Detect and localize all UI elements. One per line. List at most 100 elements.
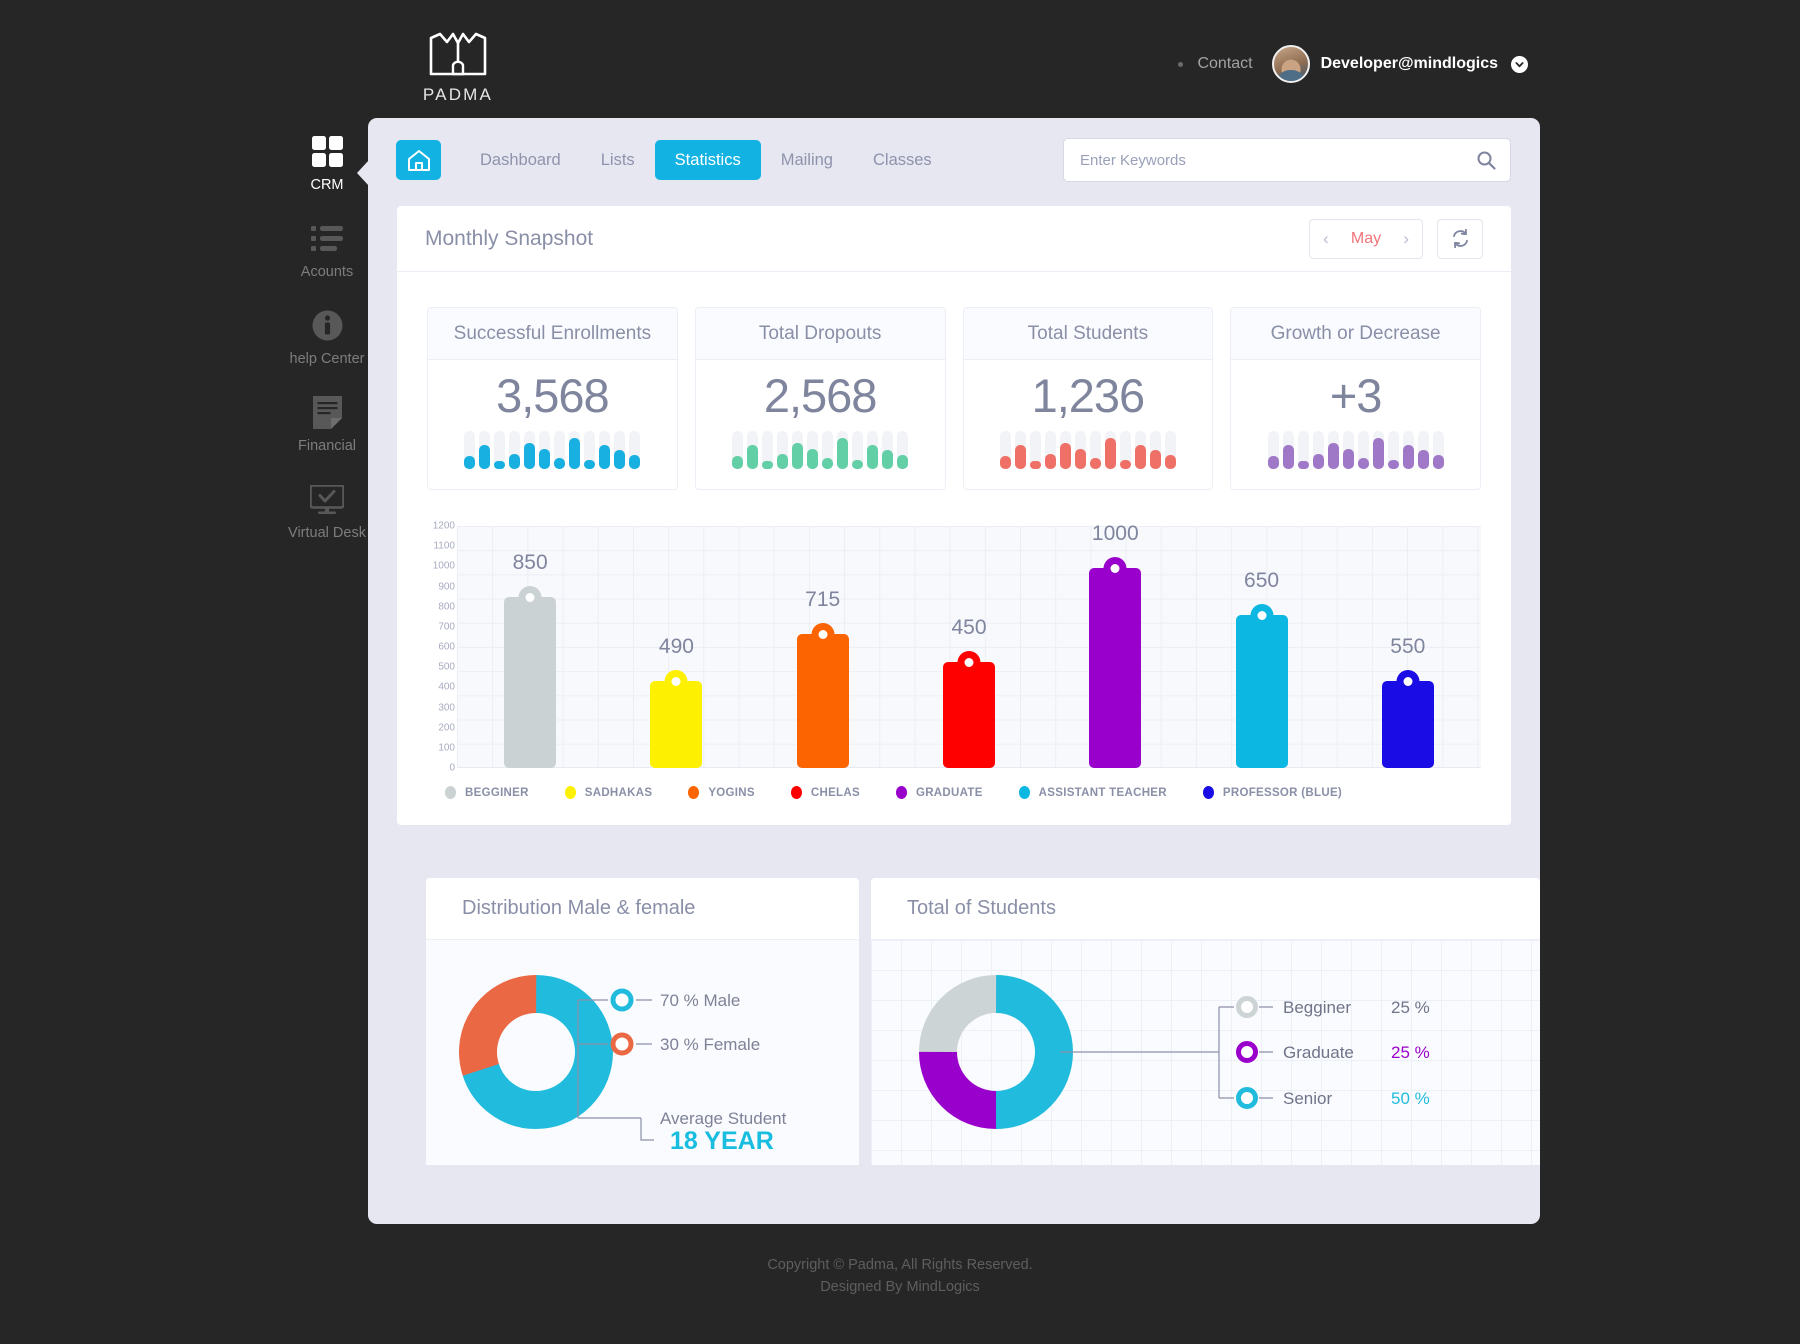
bar[interactable] — [1235, 603, 1288, 768]
monitor-check-icon — [272, 478, 382, 520]
bar-slot: 850 — [457, 526, 603, 768]
total-students-legend-pct-2: 50 % — [1391, 1089, 1430, 1108]
legend-color-dot — [688, 786, 700, 799]
bar-value-label: 490 — [658, 635, 694, 659]
legend-label: YOGINS — [708, 786, 755, 799]
bar-knob — [1250, 603, 1274, 627]
y-axis-tick: 900 — [438, 581, 455, 592]
y-axis-tick: 700 — [438, 621, 455, 633]
total-students-legend-pct-1: 25 % — [1391, 1043, 1430, 1062]
legend-color-dot — [790, 786, 802, 799]
top-bar: PADMA Contact Developer@mindlogics — [0, 0, 1800, 105]
kpi-title: Successful Enrollments — [453, 322, 652, 344]
sidebar-item-virtual-desk[interactable]: Virtual Desk — [272, 478, 382, 541]
kpi-row: Successful Enrollments 3,568 Total Dropout… — [397, 272, 1511, 490]
sparkline-bar — [1327, 431, 1339, 470]
nav-tabs: Dashboard Lists Statistics Mailing Class… — [460, 140, 952, 180]
search-input[interactable] — [1064, 139, 1460, 181]
sparkline-bar — [999, 431, 1011, 470]
contact-link[interactable]: Contact — [1197, 55, 1252, 73]
bar[interactable] — [796, 622, 849, 768]
tab-statistics[interactable]: Statistics — [654, 140, 761, 180]
bar-chart-legend: BEGGINER SADHAKAS YOGINS CHELAS GRADUATE ASSI… — [427, 768, 1481, 799]
sparkline-bar — [852, 431, 864, 470]
month-label: May — [1350, 229, 1382, 247]
chevron-left-icon[interactable]: ‹ — [1323, 230, 1329, 247]
bar-slot: 550 — [1335, 526, 1481, 768]
bar[interactable] — [650, 670, 703, 768]
sparkline-bar — [837, 431, 849, 470]
user-menu-toggle[interactable] — [1511, 55, 1528, 73]
tab-classes[interactable]: Classes — [853, 140, 952, 180]
legend-marker-begginer — [1236, 996, 1258, 1018]
avatar[interactable] — [1271, 45, 1310, 83]
padma-lotus-book-logo-icon — [429, 32, 487, 76]
kpi-card: Successful Enrollments 3,568 — [427, 307, 678, 490]
total-students-stub-lines — [1259, 1006, 1273, 1099]
sparkline-bar — [1134, 431, 1146, 470]
sparkline-bar — [554, 431, 566, 470]
total-students-donut-chart: Begginer Graduate Senior 25 % 25 % 50 % — [919, 975, 1430, 1129]
kpi-card: Total Students 1,236 — [962, 307, 1214, 490]
sidebar-item-label: Virtual Desk — [288, 525, 366, 541]
kpi-header: Total Students — [963, 308, 1213, 360]
brand-logo[interactable]: PADMA — [398, 32, 518, 105]
sidebar: CRM Acounts help Center Financial Virtua… — [272, 130, 382, 565]
kpi-sparkline — [999, 431, 1176, 470]
sparkline-bar — [822, 431, 834, 470]
y-axis-tick: 1000 — [432, 560, 455, 572]
legend-label: PROFESSOR (BLUE) — [1222, 786, 1343, 799]
sparkline-bar — [1029, 431, 1041, 470]
sidebar-item-financial[interactable]: Financial — [272, 391, 382, 454]
separator-dot-icon — [1178, 61, 1184, 67]
tab-mailing[interactable]: Mailing — [761, 140, 853, 180]
tab-lists[interactable]: Lists — [581, 140, 655, 180]
kpi-body: 1,236 — [964, 360, 1213, 489]
navbar: Dashboard Lists Statistics Mailing Class… — [368, 118, 1540, 198]
sparkline-bar — [777, 431, 789, 470]
legend-item[interactable]: ASSISTANT TEACHER — [1018, 786, 1167, 799]
kpi-sparkline — [1267, 431, 1444, 470]
kpi-value: 1,236 — [1031, 369, 1146, 422]
legend-item[interactable]: SADHAKAS — [564, 786, 653, 799]
tab-dashboard[interactable]: Dashboard — [460, 140, 581, 180]
sidebar-item-help-center[interactable]: help Center — [272, 304, 382, 367]
legend-color-dot — [564, 786, 576, 799]
legend-item[interactable]: GRADUATE — [895, 786, 983, 799]
legend-label: ASSISTANT TEACHER — [1038, 786, 1167, 799]
refresh-icon — [1452, 229, 1468, 248]
sidebar-item-acounts[interactable]: Acounts — [272, 217, 382, 280]
bar-knob — [811, 622, 835, 646]
sparkline-bar — [1044, 431, 1056, 470]
bar[interactable] — [1381, 670, 1434, 768]
bar[interactable] — [942, 651, 995, 768]
bar[interactable] — [1089, 557, 1142, 768]
total-students-legend-name-2: Senior — [1283, 1089, 1332, 1108]
home-button[interactable] — [396, 140, 441, 180]
card-header: Monthly Snapshot ‹ May › — [397, 206, 1511, 272]
distribution-stub-lines — [636, 999, 652, 1045]
sparkline-bar — [792, 431, 804, 470]
sparkline-bar — [807, 431, 819, 470]
legend-item[interactable]: YOGINS — [688, 786, 755, 799]
legend-item[interactable]: CHELAS — [790, 786, 860, 799]
total-students-legend-name-1: Graduate — [1283, 1043, 1354, 1062]
sparkline-bar — [897, 431, 909, 470]
search-icon[interactable] — [1476, 150, 1496, 175]
chevron-right-icon[interactable]: › — [1403, 230, 1409, 247]
brand-name: PADMA — [422, 85, 494, 104]
refresh-button[interactable] — [1437, 218, 1483, 259]
bar-value-label: 715 — [805, 587, 841, 611]
legend-color-dot — [445, 786, 456, 799]
sparkline-bar — [747, 431, 759, 470]
home-icon — [407, 149, 430, 171]
bar-value-label: 450 — [951, 616, 987, 640]
legend-item[interactable]: BEGGINER — [445, 786, 529, 799]
kpi-title: Growth or Decrease — [1270, 322, 1441, 344]
bar-slot: 490 — [603, 526, 749, 768]
sparkline-bar — [1164, 431, 1176, 470]
y-axis-tick: 300 — [438, 702, 455, 713]
legend-item[interactable]: PROFESSOR (BLUE) — [1202, 786, 1343, 799]
sparkline-bar — [509, 431, 521, 470]
bar[interactable] — [504, 585, 557, 768]
